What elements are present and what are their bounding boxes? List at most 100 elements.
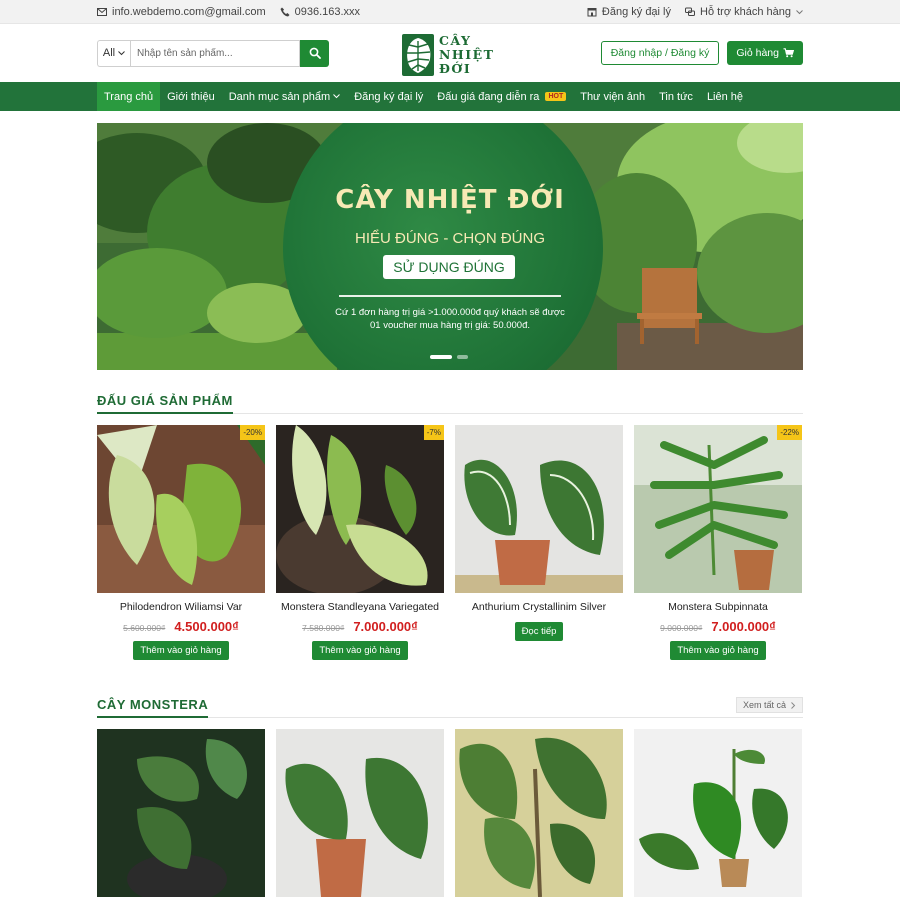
- chevron-down-icon: [796, 9, 803, 14]
- discount-badge: -7%: [423, 425, 444, 440]
- product-name[interactable]: Monstera Standleyana Variegated: [276, 601, 444, 614]
- banner-note-line-1: Cứ 1 đơn hàng trị giá >1.000.000đ quý kh…: [335, 307, 565, 318]
- product-prices: 7.580.000₫ 7.000.000₫: [276, 619, 444, 634]
- login-register-button[interactable]: Đăng nhập / Đăng ký: [600, 41, 720, 65]
- banner-divider: [339, 295, 561, 297]
- nav-item-gallery[interactable]: Thư viện ảnh: [573, 82, 652, 111]
- add-to-cart-button[interactable]: Thêm vào giỏ hàng: [312, 641, 408, 660]
- product-image[interactable]: -22%: [634, 425, 802, 593]
- product-card[interactable]: -20% Philodendron Wiliamsi Var 5.600.000…: [97, 425, 265, 660]
- auction-section-header: ĐẤU GIÁ SẢN PHẨM: [97, 392, 803, 414]
- nav-label: Đăng ký đại lý: [354, 90, 424, 103]
- cart-button[interactable]: Giỏ hàng: [727, 41, 803, 65]
- product-prices: 5.600.000₫ 4.500.000₫: [97, 619, 265, 634]
- product-card[interactable]: [276, 729, 444, 897]
- product-card[interactable]: [634, 729, 802, 897]
- old-price: 5.600.000₫: [123, 623, 166, 633]
- nav-item-agent[interactable]: Đăng ký đại lý: [347, 82, 430, 111]
- nav-item-home[interactable]: Trang chủ: [97, 82, 161, 111]
- view-all-button[interactable]: Xem tất cả: [735, 697, 803, 713]
- view-all-label: Xem tất cả: [742, 700, 786, 710]
- banner-subtitle: HIỂU ĐÚNG - CHỌN ĐÚNG: [355, 230, 545, 247]
- nav-label: Liên hệ: [706, 90, 744, 103]
- sale-price: 4.500.000₫: [174, 619, 239, 634]
- old-price: 7.580.000₫: [302, 623, 345, 633]
- top-bar: info.webdemo.com@gmail.com 0936.163.xxx …: [0, 0, 900, 24]
- plant-photo-icon: [455, 425, 623, 593]
- nav-item-about[interactable]: Giới thiệu: [160, 82, 222, 111]
- nav-label: Tin tức: [659, 90, 693, 103]
- discount-badge: -20%: [240, 425, 265, 440]
- search-category-value: All: [102, 47, 116, 59]
- product-card[interactable]: -7% Monstera Standleyana Variegated 7.58…: [276, 425, 444, 660]
- search-input[interactable]: [130, 39, 300, 67]
- product-image[interactable]: -20%: [97, 425, 265, 593]
- chevron-down-icon: [118, 50, 125, 55]
- nav-item-categories[interactable]: Danh mục sản phẩm: [222, 82, 348, 111]
- product-image[interactable]: [455, 425, 623, 593]
- phone-info[interactable]: 0936.163.xxx: [280, 6, 360, 18]
- monstera-product-grid: [97, 729, 803, 897]
- chat-icon: [685, 7, 695, 16]
- banner-subtitle-2: SỬ DỤNG ĐÚNG: [383, 255, 515, 279]
- product-image[interactable]: [455, 729, 623, 897]
- sale-price: 7.000.000₫: [353, 619, 418, 634]
- product-name[interactable]: Philodendron Wiliamsi Var: [97, 601, 265, 614]
- slider-dots: [430, 355, 468, 359]
- agent-register-link[interactable]: Đăng ký đại lý: [587, 6, 671, 18]
- header: All CÂY NHIỆT ĐỚI Đăng nhập / Đăng ký: [0, 24, 900, 82]
- product-card[interactable]: Anthurium Crystallinim Silver Đọc tiếp: [455, 425, 623, 660]
- product-image[interactable]: [276, 729, 444, 897]
- product-card[interactable]: [97, 729, 265, 897]
- phone-icon: [280, 7, 290, 17]
- auction-section-title: ĐẤU GIÁ SẢN PHẨM: [97, 393, 233, 414]
- plant-photo-icon: [634, 425, 802, 593]
- search-category-select[interactable]: All: [97, 39, 130, 67]
- read-more-button[interactable]: Đọc tiếp: [514, 622, 564, 641]
- product-image[interactable]: -7%: [276, 425, 444, 593]
- cart-icon: [783, 48, 794, 58]
- nav-label: Danh mục sản phẩm: [228, 90, 331, 103]
- nav-item-contact[interactable]: Liên hệ: [700, 82, 750, 111]
- nav-label: Thư viện ảnh: [580, 90, 646, 103]
- slider-dot[interactable]: [457, 355, 468, 359]
- nav-item-news[interactable]: Tin tức: [652, 82, 700, 111]
- search-bar: All: [97, 39, 329, 67]
- hero-banner[interactable]: CÂY NHIỆT ĐỚI HIỂU ĐÚNG - CHỌN ĐÚNG SỬ D…: [97, 123, 803, 370]
- auction-product-grid: -20% Philodendron Wiliamsi Var 5.600.000…: [97, 425, 803, 660]
- mail-icon: [97, 8, 107, 16]
- plant-photo-icon: [276, 425, 444, 593]
- product-card[interactable]: [455, 729, 623, 897]
- add-to-cart-button[interactable]: Thêm vào giỏ hàng: [670, 641, 766, 660]
- logo-line-3: ĐỚI: [439, 61, 472, 76]
- banner-note: Cứ 1 đơn hàng trị giá >1.000.000đ quý kh…: [329, 306, 571, 332]
- email-info[interactable]: info.webdemo.com@gmail.com: [97, 6, 266, 18]
- product-name[interactable]: Anthurium Crystallinim Silver: [455, 601, 623, 614]
- product-card[interactable]: -22% Monstera Subpinnata 9.000.000₫ 7.00…: [634, 425, 802, 660]
- product-image[interactable]: [634, 729, 802, 897]
- search-button[interactable]: [300, 39, 329, 67]
- search-icon: [309, 47, 321, 59]
- product-prices: 9.000.000₫ 7.000.000₫: [634, 619, 802, 634]
- monstera-section-header: CÂY MONSTERA Xem tất cả: [97, 696, 803, 718]
- plant-photo-icon: [97, 425, 265, 593]
- banner-note-line-2: 01 voucher mua hàng trị giá: 50.000đ.: [369, 320, 531, 331]
- banner-title: CÂY NHIỆT ĐỚI: [335, 185, 565, 215]
- logo-text: CÂY NHIỆT ĐỚI: [439, 34, 494, 76]
- chevron-down-icon: [333, 94, 341, 99]
- nav-label: Giới thiệu: [167, 90, 215, 103]
- monstera-leaf-logo-icon: [402, 34, 434, 76]
- add-to-cart-button[interactable]: Thêm vào giỏ hàng: [133, 641, 229, 660]
- store-icon: [587, 8, 597, 17]
- sale-price: 7.000.000₫: [711, 619, 776, 634]
- slider-dot-active[interactable]: [430, 355, 452, 359]
- support-dropdown[interactable]: Hỗ trợ khách hàng: [685, 6, 803, 18]
- nav-label: Đấu giá đang diễn ra: [437, 90, 540, 103]
- site-logo[interactable]: CÂY NHIỆT ĐỚI: [401, 33, 494, 77]
- nav-label: Trang chủ: [104, 90, 154, 103]
- cart-label: Giỏ hàng: [736, 47, 779, 59]
- nav-item-auction[interactable]: Đấu giá đang diễn ra HOT: [430, 82, 573, 111]
- hot-badge: HOT: [545, 92, 567, 101]
- product-name[interactable]: Monstera Subpinnata: [634, 601, 802, 614]
- product-image[interactable]: [97, 729, 265, 897]
